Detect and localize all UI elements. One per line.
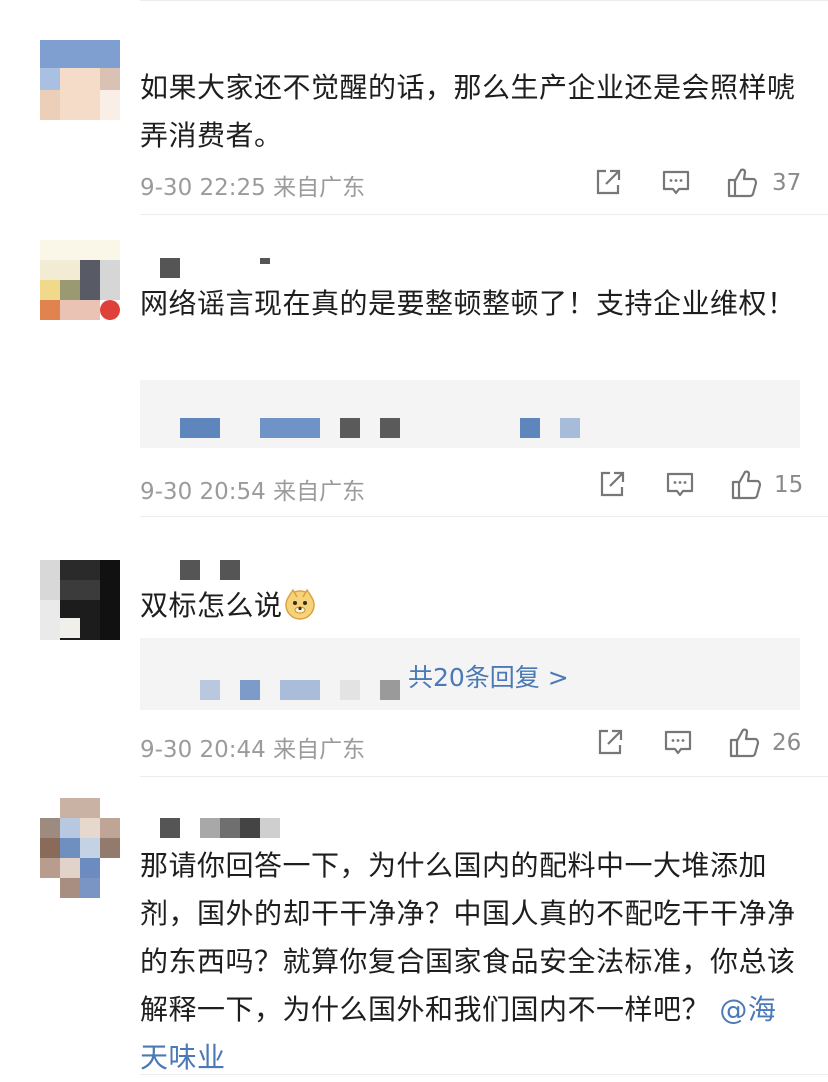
like-icon[interactable]	[730, 468, 764, 506]
comment-text: 如果大家还不觉醒的话，那么生产企业还是会照样唬弄消费者。	[140, 71, 796, 152]
comment-location: 来自广东	[273, 479, 366, 505]
avatar[interactable]	[40, 40, 120, 120]
comment-text: 网络谣言现在真的是要整顿整顿了！支持企业维权！	[140, 287, 796, 320]
comment-location: 来自广东	[273, 737, 366, 763]
comment-text: 双标怎么说	[140, 582, 800, 636]
comment-text-content: 双标怎么说	[140, 589, 283, 622]
comment-meta: 9-30 20:44 来自广东	[140, 730, 365, 764]
comment-actions: 26	[592, 726, 812, 762]
like-count: 15	[774, 472, 804, 498]
comment-icon[interactable]	[660, 166, 692, 202]
share-icon[interactable]	[594, 726, 626, 762]
divider	[140, 0, 828, 1]
comment-time: 9-30 20:54	[140, 479, 266, 505]
doge-emoji-icon	[283, 587, 317, 636]
avatar[interactable]	[40, 560, 120, 640]
divider	[140, 214, 828, 215]
comment-icon[interactable]	[662, 726, 694, 762]
comment-meta: 9-30 22:25 来自广东	[140, 168, 365, 202]
comment-text-content: 那请你回答一下，为什么国内的配料中一大堆添加剂，国外的却干干净净？中国人真的不配…	[140, 849, 796, 1026]
like-count: 26	[772, 730, 802, 756]
divider	[140, 1074, 828, 1075]
avatar[interactable]	[40, 240, 120, 320]
like-count: 37	[772, 170, 802, 196]
divider	[140, 776, 828, 777]
avatar[interactable]	[40, 798, 120, 898]
view-replies-link[interactable]: 共20条回复 >	[408, 658, 569, 694]
comment-text: 那请你回答一下，为什么国内的配料中一大堆添加剂，国外的却干干净净？中国人真的不配…	[140, 842, 800, 1082]
comment-time: 9-30 20:44	[140, 737, 266, 763]
comment-actions: 37	[592, 166, 812, 202]
comment-location: 来自广东	[273, 175, 366, 201]
like-icon[interactable]	[726, 166, 760, 204]
share-icon[interactable]	[592, 166, 624, 202]
share-icon[interactable]	[596, 468, 628, 504]
like-icon[interactable]	[728, 726, 762, 764]
comment-time: 9-30 22:25	[140, 175, 266, 201]
comment-actions: 15	[592, 468, 812, 504]
reply-preview[interactable]: 共20条回复 >	[140, 638, 800, 710]
divider	[140, 516, 828, 517]
comment-meta: 9-30 20:54 来自广东	[140, 472, 365, 506]
reply-preview[interactable]	[140, 380, 800, 448]
comment-icon[interactable]	[664, 468, 696, 504]
